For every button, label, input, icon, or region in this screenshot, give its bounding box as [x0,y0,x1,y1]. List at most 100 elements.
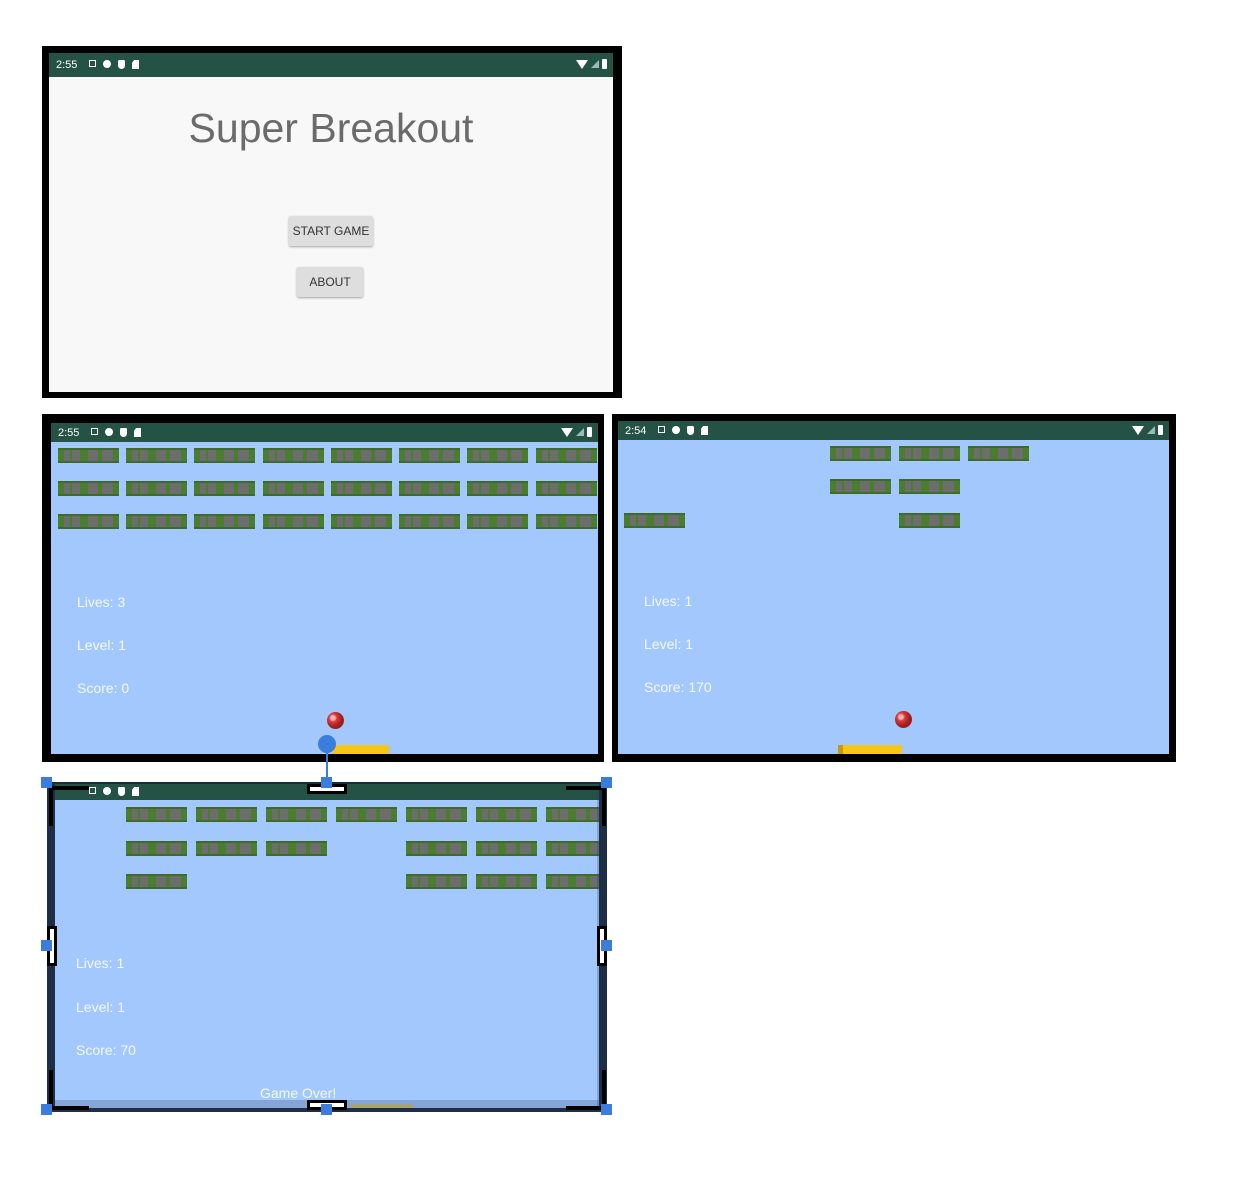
brick [830,446,891,461]
brick [58,448,119,463]
shield-icon [687,426,694,435]
notification-icon [91,428,98,435]
page-title: Super Breakout [188,105,474,151]
gear-icon [672,426,680,434]
paddle[interactable] [333,745,389,754]
score-label: Score: 70 [76,1042,136,1058]
brick [476,807,537,822]
brick [196,807,257,822]
wifi-icon [576,59,588,69]
brick [266,841,327,856]
resize-handle-bottom-center[interactable] [321,1104,332,1115]
game-over-text: Game Over! [260,1085,337,1101]
resize-handle-right[interactable] [601,940,612,951]
signal-icon [576,428,584,436]
brick [467,448,528,463]
brick [899,513,960,528]
status-bar: 2:54 [618,421,1169,440]
game-screen[interactable]: 2:55 Lives: 3 Level: 1 Score: 0 [51,423,598,754]
score-label: Score: 0 [77,680,130,696]
ball [895,711,912,728]
brick [899,479,960,494]
notification-icon [89,787,96,794]
brick [536,514,597,529]
brick [476,841,537,856]
level-label: Level: 1 [76,999,126,1015]
status-bar: 2:55 [51,423,598,442]
resize-handle-top-center[interactable] [321,777,332,788]
lives-label: Lives: 1 [644,593,693,609]
paddle-cap [838,745,843,754]
brick [336,807,397,822]
gear-icon [103,60,111,68]
brick [399,481,460,496]
rotation-handle[interactable] [318,735,336,753]
brick [399,448,460,463]
wifi-icon [1132,425,1144,435]
resize-handle-top-right[interactable] [601,777,612,788]
status-bar: 2:55 [49,53,613,77]
brick [968,446,1029,461]
game-screen[interactable]: Lives: 1 Level: 1 Score: 70 Game Over! [55,784,599,1108]
brick [467,514,528,529]
brick [196,841,257,856]
sd-card-icon [701,426,708,435]
signal-icon [1147,426,1155,434]
game-screenshot-midgame: 2:54 Lives: 1 Level: 1 Score: 170 [612,414,1176,762]
status-time: 2:55 [58,427,80,439]
gear-icon [105,428,113,436]
brick [331,448,392,463]
brick [546,841,599,856]
start-game-button[interactable]: START GAME [289,216,373,246]
crop-corner-bottom-right[interactable] [566,1070,606,1110]
brick [126,841,187,856]
menu-screen: 2:55 Super Breakout START GAME ABOUT [49,53,613,392]
brick [126,448,187,463]
crop-corner-top-left[interactable] [49,786,89,826]
crop-corner-bottom-left[interactable] [49,1070,89,1110]
brick [126,514,187,529]
battery-icon [602,59,607,69]
shield-icon [118,787,125,796]
brick [830,479,891,494]
brick [399,514,460,529]
resize-handle-left[interactable] [41,940,52,951]
resize-handle-bottom-left[interactable] [41,1104,52,1115]
brick [536,448,597,463]
gear-icon [103,787,111,795]
status-time: 2:54 [625,425,647,437]
ball [327,712,344,729]
brick [263,514,324,529]
sd-card-icon [134,428,141,437]
lives-label: Lives: 3 [77,594,126,610]
brick [406,841,467,856]
notification-icon [658,426,665,433]
brick [58,514,119,529]
game-screen[interactable]: 2:54 Lives: 1 Level: 1 Score: 170 [618,421,1169,754]
rotation-handle-line [326,752,328,778]
brick [58,481,119,496]
brick [194,448,255,463]
battery-icon [587,427,592,437]
brick [331,481,392,496]
brick [331,514,392,529]
brick [899,446,960,461]
brick [126,874,187,889]
crop-corner-top-right[interactable] [566,786,606,826]
resize-handle-bottom-right[interactable] [601,1104,612,1115]
brick [263,448,324,463]
paddle[interactable] [838,745,902,754]
brick [546,874,599,889]
brick [467,481,528,496]
notification-icon [89,60,96,67]
brick [406,807,467,822]
resize-handle-top-left[interactable] [41,777,52,788]
lives-label: Lives: 1 [76,955,125,971]
brick [126,807,187,822]
brick [194,481,255,496]
about-button[interactable]: ABOUT [297,267,363,297]
sd-card-icon [132,787,139,796]
game-screenshot-gameover[interactable]: Lives: 1 Level: 1 Score: 70 Game Over! [47,782,607,1112]
brick [126,481,187,496]
shield-icon [118,60,125,69]
